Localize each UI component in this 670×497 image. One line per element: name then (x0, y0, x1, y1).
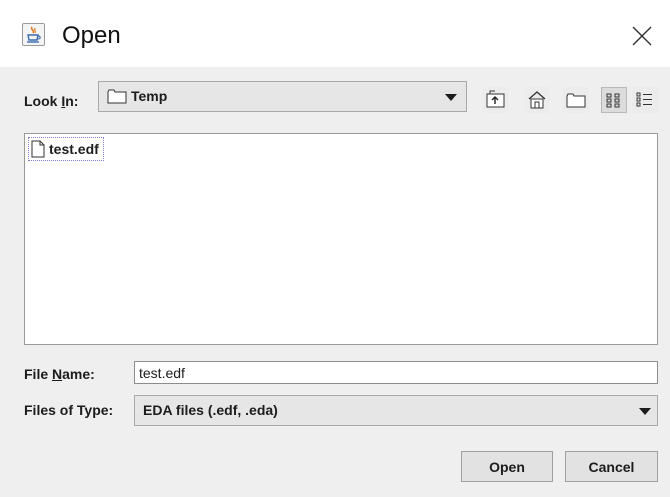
file-name: test.edf (49, 141, 99, 157)
file-type-dropdown[interactable]: EDA files (.edf, .eda) (134, 395, 658, 426)
list-view-button[interactable] (601, 87, 627, 113)
new-folder-icon (566, 93, 586, 108)
file-name-label: File Name: (24, 366, 95, 382)
look-in-dropdown[interactable]: Temp (98, 81, 467, 112)
folder-icon (107, 89, 127, 109)
file-name-field[interactable] (134, 361, 658, 384)
open-button[interactable]: Open (461, 451, 553, 482)
file-list[interactable]: test.edf (24, 133, 658, 345)
home-icon (528, 91, 546, 109)
chevron-down-icon (639, 408, 651, 415)
file-type-label: Files of Type: (24, 402, 114, 418)
cancel-button[interactable]: Cancel (565, 451, 658, 482)
window-title: Open (62, 22, 121, 49)
details-view-icon (636, 92, 652, 107)
file-chooser-panel: Look In: Temp test.edf File Name: test.e… (0, 67, 670, 497)
look-in-label: Look In: (24, 93, 79, 109)
list-view-icon (606, 93, 620, 108)
java-app-icon (22, 23, 45, 46)
up-one-level-icon (486, 90, 505, 108)
up-one-level-button[interactable] (483, 87, 509, 113)
list-item[interactable]: test.edf (28, 137, 104, 161)
chevron-down-icon (445, 94, 457, 101)
close-icon[interactable] (630, 24, 654, 48)
file-icon (31, 140, 45, 158)
title-bar: Open (0, 0, 670, 67)
new-folder-button[interactable] (563, 87, 589, 113)
details-view-button[interactable] (632, 87, 658, 113)
look-in-value: Temp (131, 88, 168, 104)
file-type-value: EDA files (.edf, .eda) (143, 402, 278, 418)
home-button[interactable] (524, 87, 550, 113)
